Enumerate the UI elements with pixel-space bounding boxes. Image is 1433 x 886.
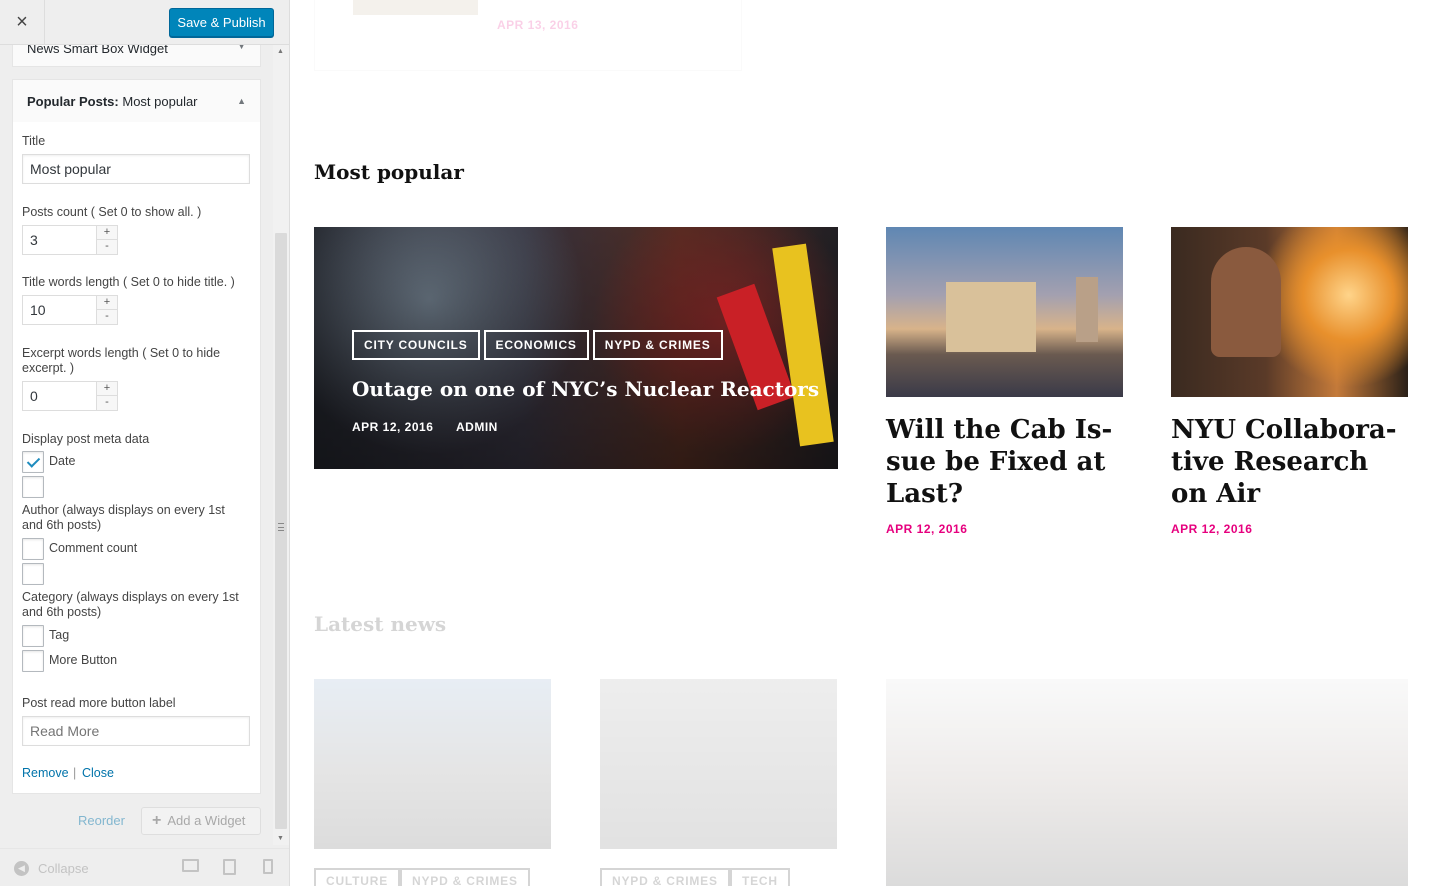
date-label: Date	[49, 454, 76, 468]
post-thumbnail[interactable]	[314, 679, 551, 849]
excerpt-words-label: Excerpt words length ( Set 0 to hide exc…	[22, 346, 221, 375]
post-thumbnail[interactable]	[886, 679, 1408, 886]
more-button-label: More Button	[49, 653, 118, 667]
grip-icon	[278, 523, 284, 531]
collapse-icon[interactable]: ◀	[14, 861, 29, 876]
mobile-preview-icon[interactable]	[263, 859, 273, 874]
post-thumbnail[interactable]	[886, 227, 1123, 397]
widget-title: Popular Posts: Most popular	[27, 94, 198, 109]
posts-count-value: 3	[30, 232, 38, 248]
posts-count-input[interactable]: 3 + -	[22, 225, 118, 255]
post-thumbnail[interactable]	[353, 0, 478, 15]
category-tag[interactable]: ECONOMICS	[483, 330, 589, 360]
add-widget-button[interactable]: + Add a Widget	[141, 807, 261, 835]
post-date: APR 12, 2016	[886, 522, 968, 536]
widget-instance-title: Most popular	[118, 94, 198, 109]
comment-count-label: Comment count	[49, 541, 138, 555]
post-date: APR 12, 2016	[1171, 522, 1253, 536]
hero-author[interactable]: ADMIN	[456, 420, 498, 434]
customizer-footer: ◀ Collapse	[0, 848, 289, 886]
save-publish-button[interactable]: Save & Publish	[169, 8, 274, 37]
excerpt-words-value: 0	[30, 388, 38, 404]
post-date: APR 13, 2016	[497, 18, 579, 32]
scrollbar-thumb[interactable]	[275, 233, 287, 829]
widget-popular-posts[interactable]: Popular Posts: Most popular ▲	[12, 79, 261, 123]
read-more-label: Post read more button label	[22, 696, 176, 710]
decrement-button[interactable]: -	[96, 396, 117, 410]
category-checkbox[interactable]	[22, 563, 44, 585]
date-checkbox[interactable]	[22, 451, 44, 473]
link-separator: |	[73, 766, 77, 780]
close-customizer-button[interactable]: ×	[0, 0, 45, 45]
posts-count-label: Posts count ( Set 0 to show all. )	[22, 205, 202, 219]
title-words-value: 10	[30, 302, 46, 318]
image-person	[1211, 247, 1281, 357]
previous-section-card: APR 13, 2016	[314, 0, 742, 71]
scroll-down-icon[interactable]: ▼	[277, 835, 284, 842]
site-preview: APR 13, 2016 Most popular CITY COUNCILS …	[290, 0, 1433, 886]
decrement-button[interactable]: -	[96, 310, 117, 324]
category-tag[interactable]: NYPD & CRIMES	[400, 868, 530, 886]
decrement-button[interactable]: -	[96, 240, 117, 254]
category-tag[interactable]: NYPD & CRIMES	[600, 868, 730, 886]
author-label: Author (always displays on every 1st and…	[22, 503, 225, 532]
hero-date: APR 12, 2016	[352, 420, 434, 434]
featured-post[interactable]: CITY COUNCILS ECONOMICS NYPD & CRIMES Ou…	[314, 227, 838, 469]
category-tag[interactable]: CULTURE	[314, 868, 401, 886]
section-title: Latest news	[314, 612, 447, 636]
tag-label: Tag	[49, 628, 70, 642]
category-tag[interactable]: NYPD & CRIMES	[592, 330, 723, 360]
customizer-sidebar: × Save & Publish News Smart Box Widget ▼…	[0, 0, 290, 886]
read-more-input[interactable]	[22, 716, 250, 746]
title-words-label: Title words length ( Set 0 to hide title…	[22, 275, 235, 289]
scroll-up-icon[interactable]: ▲	[277, 48, 284, 55]
post-title[interactable]: NYU Collabora- tive Research on Air	[1171, 414, 1408, 510]
image-building	[1076, 277, 1098, 342]
collapse-button[interactable]: Collapse	[38, 861, 89, 876]
more-button-checkbox[interactable]	[22, 650, 44, 672]
background-image-detail	[772, 243, 834, 447]
customizer-header: × Save & Publish	[0, 0, 289, 45]
sidebar-scrollbar[interactable]: ▲ ▼	[273, 45, 289, 845]
meta-label: Display post meta data	[22, 432, 150, 446]
tablet-preview-icon[interactable]	[223, 859, 236, 875]
close-link[interactable]: Close	[82, 766, 114, 780]
section-title: Most popular	[314, 160, 464, 184]
post-thumbnail[interactable]	[600, 679, 837, 849]
reorder-link[interactable]: Reorder	[78, 813, 125, 828]
chevron-up-icon[interactable]: ▲	[237, 96, 246, 106]
post-title[interactable]: Will the Cab Is- sue be Fixed at Last?	[886, 414, 1123, 510]
remove-link[interactable]: Remove	[22, 766, 69, 780]
category-tag[interactable]: TECH	[730, 868, 790, 886]
add-widget-label: Add a Widget	[167, 813, 246, 828]
category-tag[interactable]: CITY COUNCILS	[352, 330, 480, 360]
desktop-preview-icon[interactable]	[182, 859, 199, 872]
title-input[interactable]: Most popular	[22, 154, 250, 184]
excerpt-words-input[interactable]: 0 + -	[22, 381, 118, 411]
hero-title[interactable]: Outage on one of NYC’s Nuclear Reactors	[352, 377, 819, 401]
category-label: Category (always displays on every 1st a…	[22, 590, 239, 619]
increment-button[interactable]: +	[96, 226, 117, 240]
increment-button[interactable]: +	[96, 382, 117, 396]
hero-tags: CITY COUNCILS ECONOMICS NYPD & CRIMES	[352, 330, 723, 360]
image-building	[946, 282, 1036, 352]
tag-checkbox[interactable]	[22, 625, 44, 647]
title-words-input[interactable]: 10 + -	[22, 295, 118, 325]
comment-count-checkbox[interactable]	[22, 538, 44, 560]
author-checkbox[interactable]	[22, 476, 44, 498]
title-label: Title	[22, 134, 46, 148]
increment-button[interactable]: +	[96, 296, 117, 310]
post-thumbnail[interactable]	[1171, 227, 1408, 397]
plus-icon: +	[152, 812, 162, 829]
widget-type: Popular Posts:	[27, 94, 119, 109]
